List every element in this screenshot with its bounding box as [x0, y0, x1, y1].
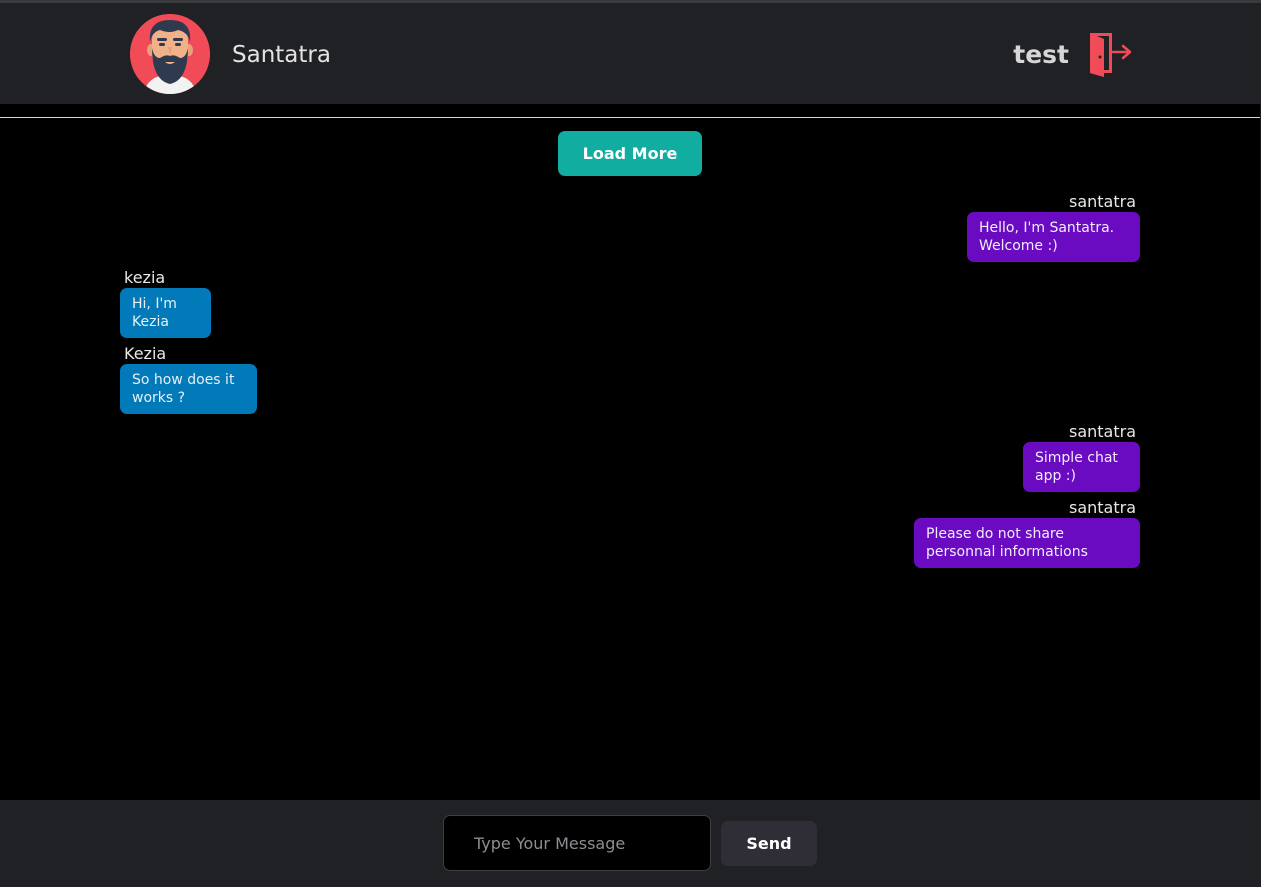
- message-composer: Send: [0, 800, 1261, 887]
- send-button[interactable]: Send: [721, 821, 817, 866]
- message-sender: kezia: [124, 268, 166, 287]
- load-more-button[interactable]: Load More: [558, 131, 702, 176]
- message-sender: santatra: [1068, 192, 1136, 211]
- message-item: santatra Simple chat app :): [120, 422, 1140, 492]
- header-divider: [0, 117, 1261, 118]
- current-username: test: [1013, 40, 1069, 69]
- message-bubble: Simple chat app :): [1023, 442, 1140, 492]
- message-sender: santatra: [1068, 498, 1136, 517]
- message-item: santatra Please do not share personnal in…: [120, 498, 1140, 568]
- message-input[interactable]: [443, 815, 711, 871]
- chat-partner-name: Santatra: [232, 42, 331, 68]
- message-bubble: So how does it works ?: [120, 364, 257, 414]
- logout-button[interactable]: [1086, 29, 1136, 79]
- message-item: Kezia So how does it works ?: [120, 344, 1140, 414]
- message-list: santatra Hello, I'm Santatra. Welcome :) k…: [120, 192, 1140, 574]
- bearded-man-avatar-icon: [130, 14, 210, 94]
- door-exit-icon: [1090, 33, 1132, 77]
- message-bubble: Please do not share personnal informatio…: [914, 518, 1140, 568]
- message-item: santatra Hello, I'm Santatra. Welcome :): [120, 192, 1140, 262]
- chat-header: Santatra test: [0, 3, 1261, 104]
- message-item: kezia Hi, I'm Kezia: [120, 268, 1140, 338]
- message-bubble: Hello, I'm Santatra. Welcome :): [967, 212, 1140, 262]
- message-sender: santatra: [1068, 422, 1136, 441]
- message-bubble: Hi, I'm Kezia: [120, 288, 211, 338]
- message-sender: Kezia: [124, 344, 167, 363]
